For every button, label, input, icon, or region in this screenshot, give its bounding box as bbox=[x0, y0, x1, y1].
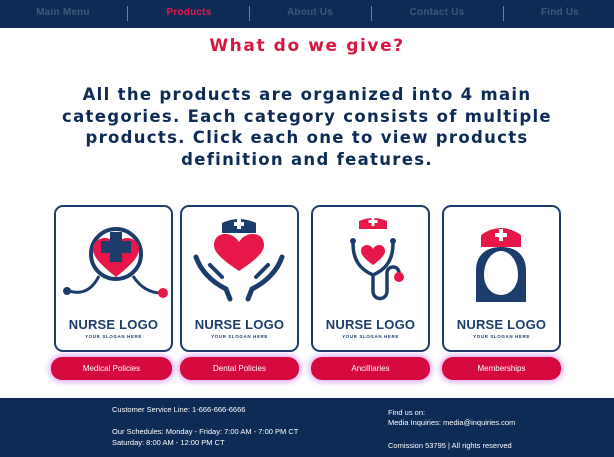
nav-item-find-us[interactable]: Find Us bbox=[522, 0, 598, 28]
logo-slogan: YOUR SLOGAN HERE bbox=[342, 334, 399, 339]
medical-policies-button[interactable]: Medical Policies bbox=[51, 357, 172, 380]
logo-card-dental[interactable]: NURSE LOGO YOUR SLOGAN HERE bbox=[180, 205, 299, 352]
logo-title: NURSE LOGO bbox=[325, 317, 416, 332]
nav-item-main-menu[interactable]: Main Menu bbox=[20, 0, 106, 28]
logo-slogan: YOUR SLOGAN HERE bbox=[85, 334, 142, 339]
media-inquiries-link[interactable]: Media Inquiries: media@inquiries.com bbox=[388, 418, 515, 427]
schedule-saturday: Saturday: 8:00 AM - 12:00 PM CT bbox=[112, 438, 225, 447]
find-us-label: Find us on: bbox=[388, 408, 426, 417]
nav-divider bbox=[249, 6, 250, 21]
commission-text: Comission 53795 | All rights reserved bbox=[388, 441, 512, 450]
nav-item-products[interactable]: Products bbox=[148, 0, 230, 28]
logo-slogan: YOUR SLOGAN HERE bbox=[211, 334, 268, 339]
nav-item-contact-us[interactable]: Contact Us bbox=[392, 0, 482, 28]
customer-service-line: Customer Service Line: 1-666-666-6666 bbox=[112, 405, 246, 414]
dental-policies-button[interactable]: Dental Policies bbox=[180, 357, 299, 380]
footer: Customer Service Line: 1-666-666-6666 Ou… bbox=[0, 398, 614, 457]
schedule-weekdays: Our Schedules: Monday - Friday: 7:00 AM … bbox=[112, 427, 299, 436]
ancilliaries-button[interactable]: Ancilliaries bbox=[311, 357, 430, 380]
nav-item-about-us[interactable]: About Us bbox=[268, 0, 352, 28]
logo-title: NURSE LOGO bbox=[456, 317, 547, 332]
intro-text: All the products are organized into 4 ma… bbox=[62, 85, 552, 169]
page-title: What do we give? bbox=[209, 36, 405, 56]
logo-slogan: YOUR SLOGAN HERE bbox=[473, 334, 530, 339]
logo-title: NURSE LOGO bbox=[68, 317, 159, 332]
logo-title: NURSE LOGO bbox=[194, 317, 285, 332]
top-nav: Main Menu Products About Us Contact Us F… bbox=[0, 0, 614, 28]
nav-divider bbox=[371, 6, 372, 21]
logo-card-medical[interactable]: NURSE LOGO YOUR SLOGAN HERE bbox=[54, 205, 173, 352]
logo-card-ancilliaries[interactable]: NURSE LOGO YOUR SLOGAN HERE bbox=[311, 205, 430, 352]
nav-divider bbox=[127, 6, 128, 21]
memberships-button[interactable]: Memberships bbox=[442, 357, 561, 380]
nav-divider bbox=[503, 6, 504, 21]
logo-card-memberships[interactable]: NURSE LOGO YOUR SLOGAN HERE bbox=[442, 205, 561, 352]
